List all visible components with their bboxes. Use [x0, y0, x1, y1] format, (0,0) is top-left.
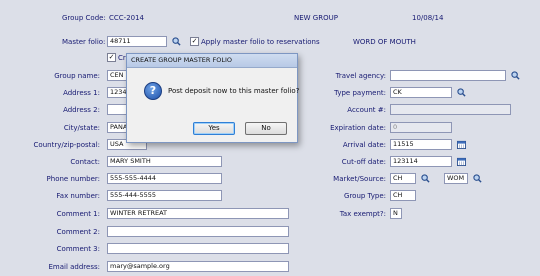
yes-button[interactable]: Yes	[193, 122, 235, 135]
address2-label: Address 2:	[63, 106, 100, 114]
expiration-label: Expiration date:	[330, 124, 386, 132]
group-status: NEW GROUP	[294, 14, 338, 22]
group-type-label: Group Type:	[344, 192, 386, 200]
group-name-label: Group name:	[54, 72, 100, 80]
apply-master-folio-checkbox[interactable]: ✓	[190, 37, 199, 46]
search-icon[interactable]	[420, 173, 430, 183]
dialog-title: CREATE GROUP MASTER FOLIO	[127, 54, 297, 68]
cutoff-label: Cut-off date:	[341, 158, 386, 166]
address1-label: Address 1:	[63, 89, 100, 97]
master-folio-label: Master folio:	[62, 38, 106, 46]
source-input[interactable]: WOM	[444, 173, 468, 184]
create-master-folio-dialog: CREATE GROUP MASTER FOLIO ? Post deposit…	[126, 53, 300, 143]
account-input[interactable]	[390, 104, 511, 115]
email-input[interactable]: mary@sample.org	[107, 261, 289, 272]
calendar-icon[interactable]	[456, 156, 466, 166]
dialog-message: Post deposit now to this master folio?	[168, 87, 300, 95]
market-source-label: Market/Source:	[333, 175, 386, 183]
group-code-value: CCC-2014	[109, 14, 145, 22]
comment2-label: Comment 2:	[56, 228, 100, 236]
type-payment-input[interactable]: CK	[390, 87, 452, 98]
search-icon[interactable]	[171, 36, 181, 46]
comment2-input[interactable]	[107, 226, 289, 237]
market-input[interactable]: CH	[390, 173, 416, 184]
comment1-label: Comment 1:	[56, 210, 100, 218]
comment3-label: Comment 3:	[56, 245, 100, 253]
create-label: Cr	[118, 54, 126, 62]
arrival-date-input[interactable]: 11515	[390, 139, 452, 150]
search-icon[interactable]	[510, 70, 520, 80]
no-button[interactable]: No	[245, 122, 287, 135]
phone-label: Phone number:	[46, 175, 100, 183]
fax-label: Fax number:	[56, 192, 100, 200]
comment1-input[interactable]: WINTER RETREAT	[107, 208, 289, 219]
apply-master-folio-label: Apply master folio to reservations	[201, 38, 320, 46]
group-date: 10/08/14	[412, 14, 444, 22]
tax-exempt-label: Tax exempt?:	[339, 210, 386, 218]
create-checkbox[interactable]: ✓	[107, 53, 116, 62]
travel-agency-label: Travel agency:	[335, 72, 386, 80]
group-type-input[interactable]: CH	[390, 190, 416, 201]
search-icon[interactable]	[472, 173, 482, 183]
question-icon: ?	[144, 82, 162, 100]
calendar-icon[interactable]	[456, 139, 466, 149]
tax-exempt-input[interactable]: N	[390, 208, 402, 219]
source-text: WORD OF MOUTH	[353, 38, 416, 46]
cutoff-date-input[interactable]: 123114	[390, 156, 452, 167]
arrival-label: Arrival date:	[342, 141, 386, 149]
expiration-input[interactable]: 0	[390, 122, 452, 133]
city-state-label: City/state:	[63, 124, 100, 132]
country-zip-label: Country/zip-postal:	[33, 141, 100, 149]
phone-input[interactable]: 555-555-4444	[107, 173, 222, 184]
email-label: Email address:	[48, 263, 100, 271]
contact-input[interactable]: MARY SMITH	[107, 156, 222, 167]
master-folio-input[interactable]: 48711	[107, 36, 167, 47]
group-code-label: Group Code:	[62, 14, 106, 22]
fax-input[interactable]: 555-444-5555	[107, 190, 222, 201]
search-icon[interactable]	[456, 87, 466, 97]
account-label: Account #:	[347, 106, 386, 114]
contact-label: Contact:	[70, 158, 100, 166]
comment3-input[interactable]	[107, 243, 289, 254]
type-payment-label: Type payment:	[334, 89, 386, 97]
travel-agency-input[interactable]	[390, 70, 506, 81]
